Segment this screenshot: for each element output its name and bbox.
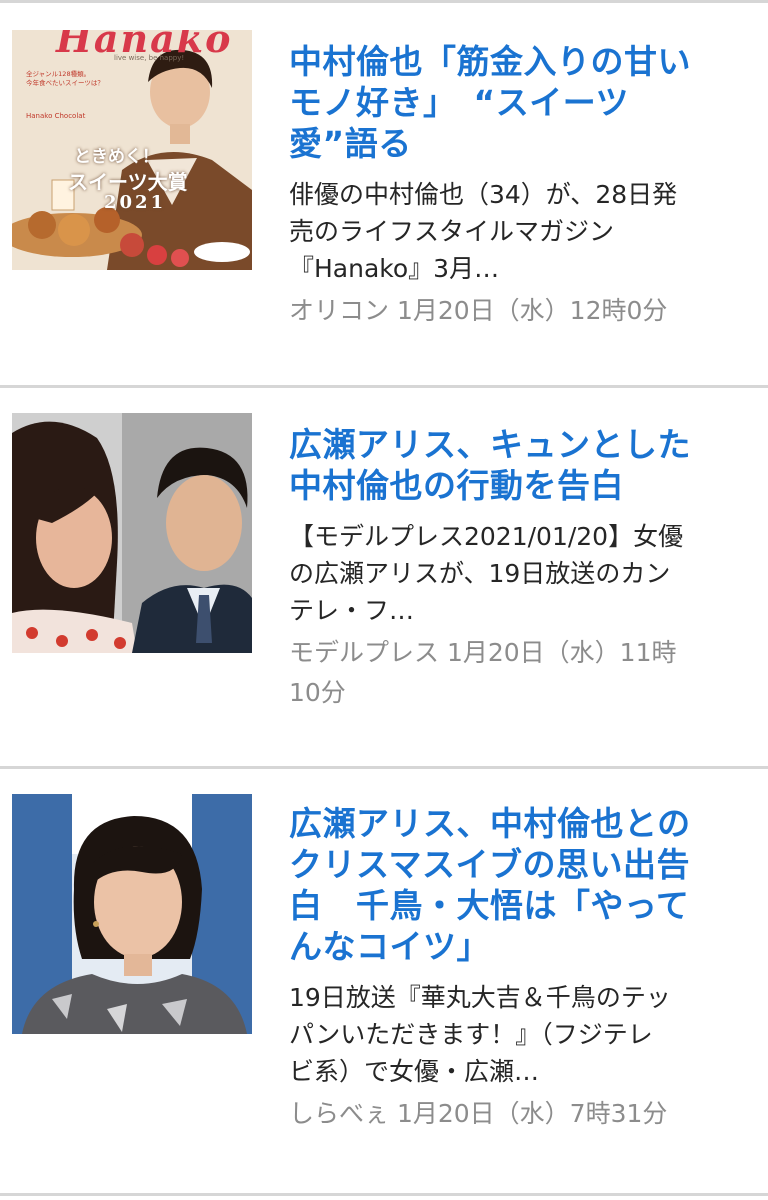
cover-side-text: Hanako Chocolat xyxy=(26,112,86,120)
article-thumbnail[interactable] xyxy=(12,794,252,1034)
article-date: 1月20日（水）7時31分 xyxy=(396,1099,668,1128)
article-meta: モデルプレス 1月20日（水）11時 10分 xyxy=(289,633,734,713)
article-date: 1月20日（水）12時0分 xyxy=(396,296,668,325)
news-article[interactable]: 広瀬アリス、中村倫也との クリスマスイブの思い出告 白 千鳥・大悟は「やって ん… xyxy=(0,769,768,1193)
article-headline[interactable]: 広瀬アリス、中村倫也との クリスマスイブの思い出告 白 千鳥・大悟は「やって ん… xyxy=(289,803,734,967)
cover-blurb: 全ジャンル128種類。 今年食べたいスイーツは？ xyxy=(26,70,104,87)
article-snippet: 19日放送『華丸大吉＆千鳥のテッ パンいただきます！』（フジテレ ビ系）で女優・… xyxy=(289,983,671,1086)
divider xyxy=(0,1193,768,1196)
news-feed: Hanako live wise, be happy! 全ジャンル128種類。 … xyxy=(0,0,768,1200)
cover-tagline: live wise, be happy! xyxy=(114,54,185,62)
article-source: モデルプレス xyxy=(289,638,440,667)
article-meta: しらべぇ 1月20日（水）7時31分 xyxy=(289,1094,734,1134)
photo-two-people xyxy=(12,413,252,653)
news-article[interactable]: 広瀬アリス、キュンとした 中村倫也の行動を告白 【モデルプレス2021/01/2… xyxy=(0,388,768,766)
article-headline[interactable]: 中村倫也「筋金入りの甘い モノ好き」 “スイーツ 愛”語る xyxy=(289,41,734,164)
article-meta: オリコン 1月20日（水）12時0分 xyxy=(289,291,734,331)
article-thumbnail[interactable] xyxy=(12,413,252,653)
article-text: 広瀬アリス、キュンとした 中村倫也の行動を告白 【モデルプレス2021/01/2… xyxy=(289,424,734,713)
cover-line-2: スイーツ大賞 xyxy=(68,170,188,194)
article-text: 広瀬アリス、中村倫也との クリスマスイブの思い出告 白 千鳥・大悟は「やって ん… xyxy=(289,803,734,1134)
photo-woman-portrait xyxy=(12,794,252,1034)
cover-year: 2021 xyxy=(104,192,167,213)
article-text: 中村倫也「筋金入りの甘い モノ好き」 “スイーツ 愛”語る 俳優の中村倫也（34… xyxy=(289,41,734,331)
news-article[interactable]: Hanako live wise, be happy! 全ジャンル128種類。 … xyxy=(0,3,768,385)
article-source: しらべぇ xyxy=(289,1099,390,1128)
article-headline[interactable]: 広瀬アリス、キュンとした 中村倫也の行動を告白 xyxy=(289,424,734,506)
article-source: オリコン xyxy=(289,296,390,325)
cover-line-1: ときめく！ xyxy=(74,147,159,167)
article-snippet: 【モデルプレス2021/01/20】女優 の広瀬アリスが、19日放送のカン テレ… xyxy=(289,522,684,625)
article-thumbnail[interactable]: Hanako live wise, be happy! 全ジャンル128種類。 … xyxy=(12,30,252,270)
article-snippet: 俳優の中村倫也（34）が、28日発 売のライフスタイルマガジン 『Hanako』… xyxy=(289,180,678,283)
